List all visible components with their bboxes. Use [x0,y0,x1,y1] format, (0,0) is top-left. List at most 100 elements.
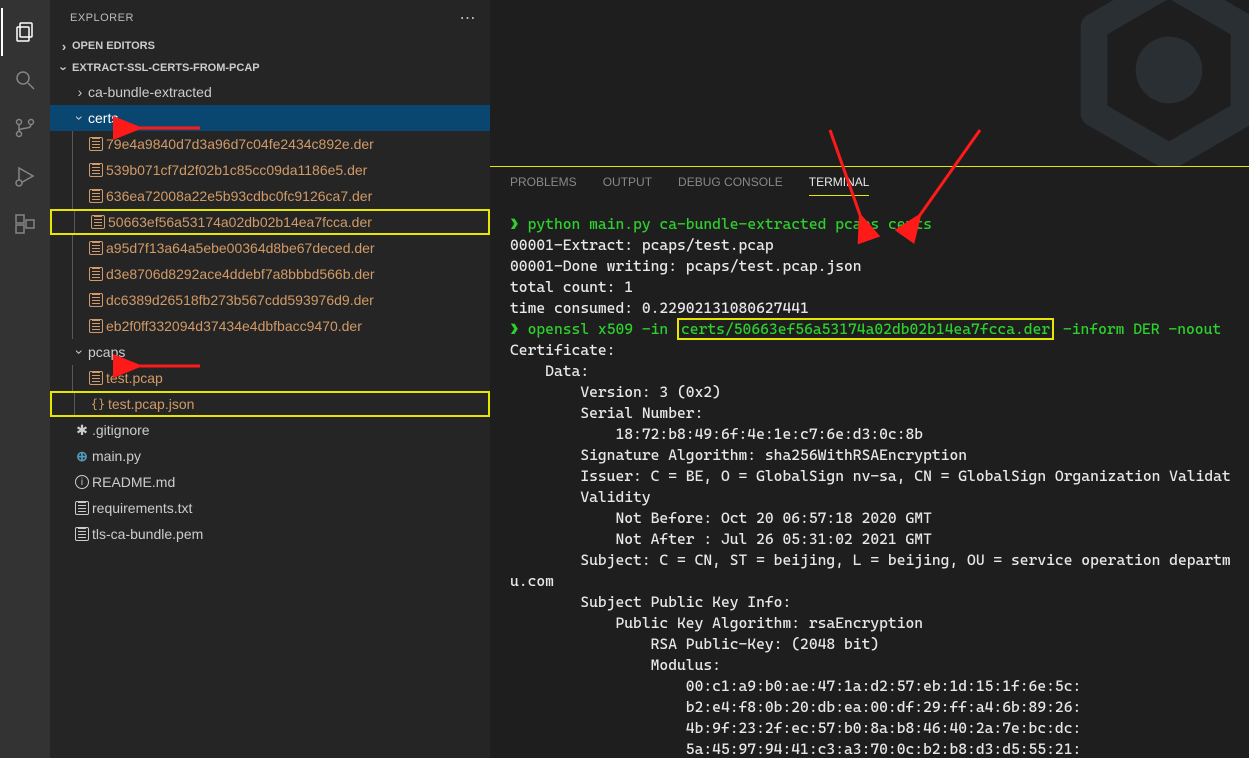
file-label: 539b071cf7d2f02b1c85cc09da1186e5.der [106,162,367,178]
json-icon: {} [88,397,108,411]
run-icon [13,164,37,188]
terminal-output-line: RSA Public-Key: (2048 bit) [510,634,1249,655]
activity-extensions[interactable] [1,200,49,248]
file-label: tls-ca-bundle.pem [92,526,203,542]
file-der[interactable]: 636ea72008a22e5b93cdbc0fc9126ca7.der [50,183,490,209]
activity-search[interactable] [1,56,49,104]
file-main-py[interactable]: ⊕main.py [50,443,490,469]
info-icon: i [72,475,92,489]
file-der[interactable]: eb2f0ff332094d37434e4dbfbacc9470.der [50,313,490,339]
file-label: main.py [92,448,141,464]
file-tree: › ca-bundle-extracted › certs 79e4a9840d… [50,79,490,758]
terminal-output-line: time consumed: 0.22902131080627441 [510,298,1249,319]
terminal-output-line: Public Key Algorithm: rsaEncryption [510,613,1249,634]
terminal-command-part: -inform DER -noout [1054,320,1230,338]
file-icon [86,137,106,151]
terminal-output-line: 00001-Done writing: pcaps/test.pcap.json [510,256,1249,277]
file-der[interactable]: d3e8706d8292ace4ddebf7a8bbbd566b.der [50,261,490,287]
terminal-output-line: Certificate: [510,340,1249,361]
terminal-output-line: 5a:45:97:94:41:c3:a3:70:0c:b2:b8:d3:d5:5… [510,739,1249,758]
tab-output[interactable]: OUTPUT [603,175,652,196]
file-icon [86,241,106,255]
folder-pcaps[interactable]: › pcaps [50,339,490,365]
folder-certs[interactable]: › certs [50,105,490,131]
file-icon [72,501,92,515]
panel-tabs: PROBLEMS OUTPUT DEBUG CONSOLE TERMINAL [490,166,1249,200]
terminal-output-line: b2:e4:f8:0b:20:db:ea:00:df:29:ff:a4:6b:8… [510,697,1249,718]
activity-scm[interactable] [1,104,49,152]
explorer-sidebar: EXPLORER ⋯ › OPEN EDITORS › EXTRACT-SSL-… [50,0,490,758]
file-label: eb2f0ff332094d37434e4dbfbacc9470.der [106,318,362,334]
workspace-label: EXTRACT-SSL-CERTS-FROM-PCAP [72,62,260,74]
chevron-right-icon: › [72,84,88,100]
terminal-command-part: openssl x509 -in [528,320,677,338]
file-requirements[interactable]: requirements.txt [50,495,490,521]
terminal-output-line: Serial Number: [510,403,1249,424]
sidebar-header: EXPLORER ⋯ [50,0,490,35]
empty-editor [490,0,1249,166]
terminal-output-line: Modulus: [510,655,1249,676]
file-label: 50663ef56a53174a02db02b14ea7fcca.der [108,214,372,230]
file-readme[interactable]: iREADME.md [50,469,490,495]
file-json-highlighted[interactable]: {}test.pcap.json [50,391,490,417]
tab-terminal[interactable]: TERMINAL [809,175,870,196]
terminal-output-line: Signature Algorithm: sha256WithRSAEncryp… [510,445,1249,466]
open-editors-label: OPEN EDITORS [72,40,155,52]
folder-ca-bundle[interactable]: › ca-bundle-extracted [50,79,490,105]
files-icon [13,20,37,44]
activity-run[interactable] [1,152,49,200]
sidebar-title: EXPLORER [70,12,134,24]
file-der[interactable]: dc6389d26518fb273b567cdd593976d9.der [50,287,490,313]
terminal-output-line: Validity [510,487,1249,508]
search-icon [13,68,37,92]
file-label: README.md [92,474,175,490]
file-label: test.pcap.json [108,396,194,412]
tab-problems[interactable]: PROBLEMS [510,175,577,196]
file-label: 636ea72008a22e5b93cdbc0fc9126ca7.der [106,188,372,204]
file-gitignore[interactable]: ✱.gitignore [50,417,490,443]
file-label: 79e4a9840d7d3a96d7c04fe2434c892e.der [106,136,374,152]
file-icon [86,267,106,281]
file-bundle-pem[interactable]: tls-ca-bundle.pem [50,521,490,547]
file-label: .gitignore [92,422,150,438]
file-icon [86,189,106,203]
terminal-output-line: Data: [510,361,1249,382]
terminal-command: python main.py ca-bundle-extracted pcaps… [528,215,932,233]
terminal-output-line: Not Before: Oct 20 06:57:18 2020 GMT [510,508,1249,529]
activity-explorer[interactable] [1,8,49,56]
terminal-output-line: 00001-Extract: pcaps/test.pcap [510,235,1249,256]
extensions-icon [13,212,37,236]
file-der[interactable]: a95d7f13a64a5ebe00364d8be67deced.der [50,235,490,261]
file-label: requirements.txt [92,500,192,516]
terminal-output-line: 00:c1:a9:b0:ae:47:1a:d2:57:eb:1d:15:1f:6… [510,676,1249,697]
more-actions-button[interactable]: ⋯ [460,8,477,28]
editor-area: PROBLEMS OUTPUT DEBUG CONSOLE TERMINAL ❯… [490,0,1249,758]
chevron-right-icon: › [56,39,72,54]
file-pcap[interactable]: test.pcap [50,365,490,391]
file-label: d3e8706d8292ace4ddebf7a8bbbd566b.der [106,266,375,282]
terminal-panel[interactable]: ❯ python main.py ca-bundle-extracted pca… [490,200,1249,758]
workspace-section[interactable]: › EXTRACT-SSL-CERTS-FROM-PCAP [50,57,490,79]
tab-debug-console[interactable]: DEBUG CONSOLE [678,175,783,196]
file-label: dc6389d26518fb273b567cdd593976d9.der [106,292,374,308]
file-icon [86,371,106,385]
file-icon [72,527,92,541]
open-editors-section[interactable]: › OPEN EDITORS [50,35,490,57]
chevron-down-icon: › [72,110,88,126]
branch-icon [13,116,37,140]
terminal-output-line: total count: 1 [510,277,1249,298]
file-der[interactable]: 79e4a9840d7d3a96d7c04fe2434c892e.der [50,131,490,157]
file-der[interactable]: 539b071cf7d2f02b1c85cc09da1186e5.der [50,157,490,183]
terminal-output-line: 18:72:b8:49:6f:4e:1e:c7:6e:d3:0c:8b [510,424,1249,445]
folder-label: ca-bundle-extracted [88,84,212,100]
activity-bar [0,0,50,758]
chevron-down-icon: › [72,344,88,360]
terminal-output-line: 4b:9f:23:2f:ec:57:b0:8a:b8:46:40:2a:7e:b… [510,718,1249,739]
watermark-logo [1069,0,1249,166]
file-label: test.pcap [106,370,163,386]
chevron-down-icon: › [57,60,72,76]
python-icon: ⊕ [72,448,92,465]
file-der-highlighted[interactable]: 50663ef56a53174a02db02b14ea7fcca.der [50,209,490,235]
terminal-output-line: u.com [510,571,1249,592]
file-icon [86,163,106,177]
